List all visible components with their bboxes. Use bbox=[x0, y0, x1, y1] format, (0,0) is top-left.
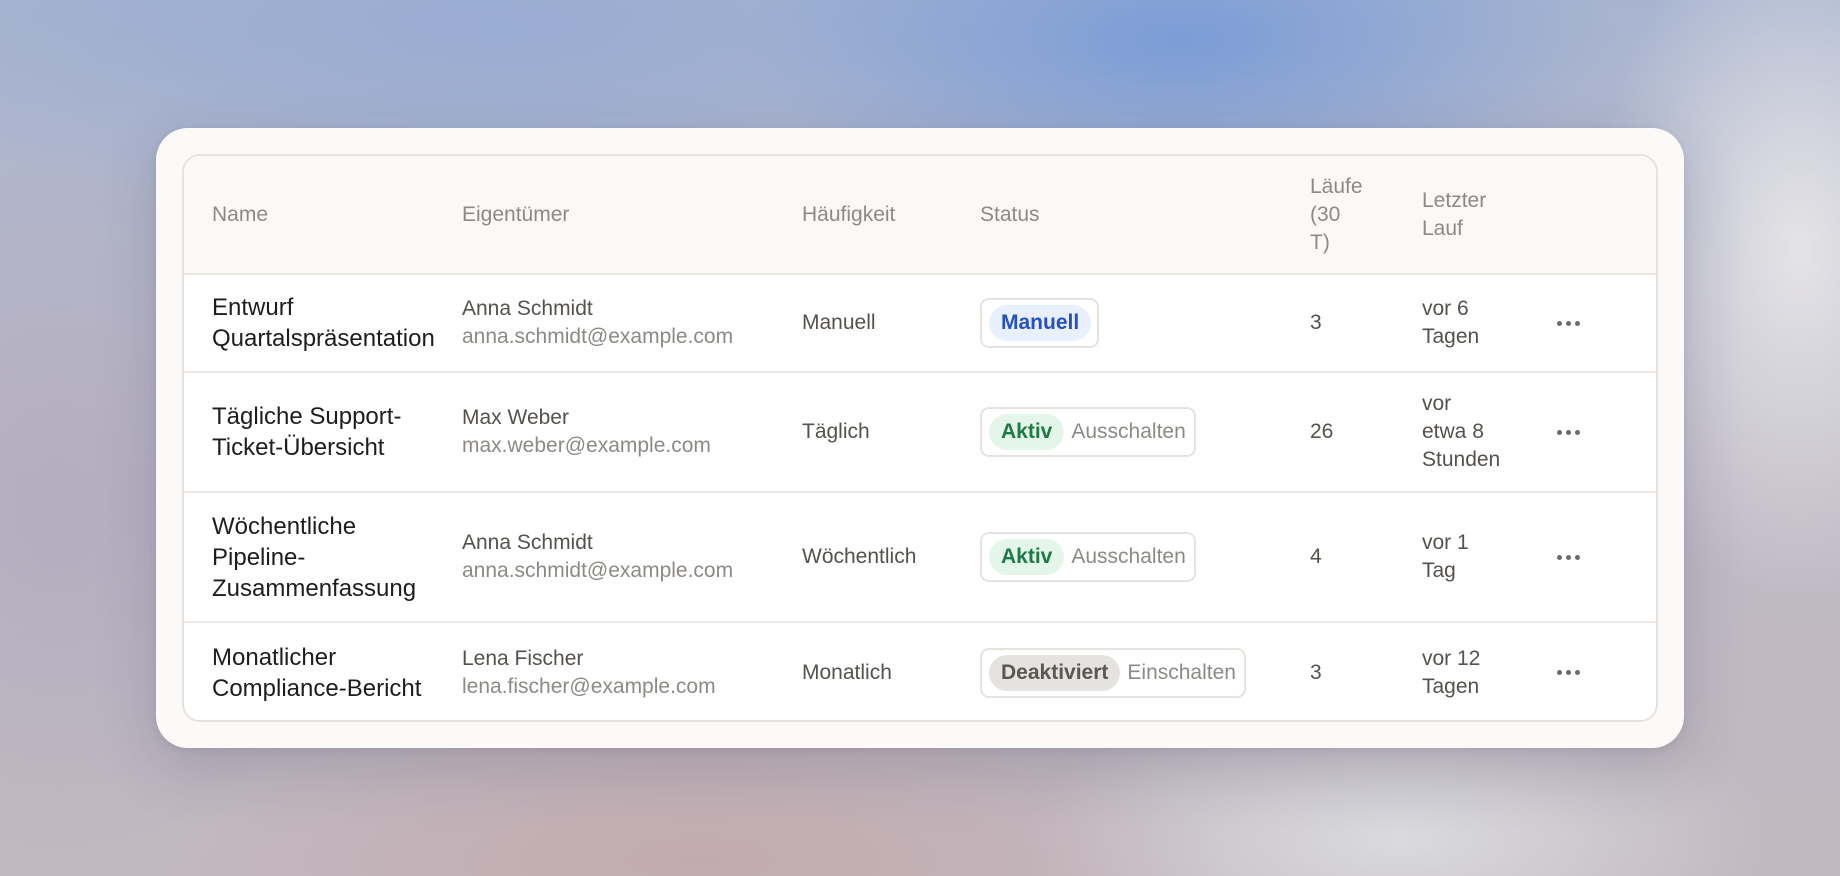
status-badge: Aktiv bbox=[989, 539, 1065, 575]
job-name: Zusammenfassung bbox=[212, 574, 417, 602]
more-horizontal-icon[interactable] bbox=[1550, 305, 1586, 341]
table-row[interactable]: Tägliche Support- Ticket-Übersicht Max W… bbox=[184, 372, 1656, 492]
owner-cell: Max Weber max.weber@example.com bbox=[462, 372, 802, 492]
status-badge: Aktiv bbox=[989, 414, 1065, 450]
table-row[interactable]: Wöchentliche Pipeline- Zusammenfassung A… bbox=[184, 492, 1656, 622]
last-run-text: Tag bbox=[1422, 559, 1456, 582]
column-header-actions bbox=[1550, 156, 1656, 274]
owner-email: max.weber@example.com bbox=[462, 434, 711, 457]
last-run-text: vor bbox=[1422, 392, 1452, 415]
status-cell: Aktiv Ausschalten bbox=[980, 372, 1310, 492]
owner-cell: Anna Schmidt anna.schmidt@example.com bbox=[462, 274, 802, 372]
job-name-cell: Monatlicher Compliance-Bericht bbox=[184, 622, 462, 720]
frequency-cell: Täglich bbox=[802, 420, 870, 443]
job-name: Ticket-Übersicht bbox=[212, 434, 385, 461]
actions-cell bbox=[1550, 622, 1656, 720]
automations-table-frame: Name Eigentümer Häufigkeit Status Läufe … bbox=[182, 154, 1658, 722]
automations-card: Name Eigentümer Häufigkeit Status Läufe … bbox=[156, 128, 1684, 748]
table-header: Name Eigentümer Häufigkeit Status Läufe … bbox=[184, 156, 1656, 274]
automations-table: Name Eigentümer Häufigkeit Status Läufe … bbox=[184, 156, 1656, 720]
job-name: Tägliche Support- bbox=[212, 403, 402, 430]
enable-button[interactable]: Einschalten bbox=[1127, 659, 1238, 687]
job-name-cell: Entwurf Quartalspräsentation bbox=[184, 274, 462, 372]
job-name: Quartalspräsentation bbox=[212, 325, 435, 352]
runs-count: 4 bbox=[1310, 545, 1322, 568]
last-run-cell: vor 1 Tag bbox=[1422, 492, 1550, 622]
owner-name: Max Weber bbox=[462, 406, 569, 429]
last-run-cell: vor 6 Tagen bbox=[1422, 274, 1550, 372]
owner-email: anna.schmidt@example.com bbox=[462, 559, 734, 582]
more-horizontal-icon[interactable] bbox=[1550, 655, 1586, 691]
job-name: Wöchentliche bbox=[212, 512, 357, 540]
owner-name: Anna Schmidt bbox=[462, 297, 593, 320]
disable-button[interactable]: Ausschalten bbox=[1071, 418, 1187, 446]
last-run-text: vor 6 bbox=[1422, 297, 1469, 320]
owner-name: Anna Schmidt bbox=[462, 531, 593, 554]
frequency-cell: Manuell bbox=[802, 311, 876, 334]
last-run-text: vor 1 bbox=[1422, 531, 1469, 554]
owner-email: anna.schmidt@example.com bbox=[462, 325, 734, 348]
last-run-cell: vor etwa 8 Stunden bbox=[1422, 372, 1550, 492]
status-cell: Manuell bbox=[980, 274, 1310, 372]
job-name: Pipeline- bbox=[212, 543, 306, 571]
column-header-last-run-line: Letzter bbox=[1422, 188, 1487, 212]
actions-cell bbox=[1550, 372, 1656, 492]
table-row[interactable]: Monatlicher Compliance-Bericht Lena Fisc… bbox=[184, 622, 1656, 720]
job-name: Compliance-Bericht bbox=[212, 674, 422, 702]
table-row[interactable]: Entwurf Quartalspräsentation Anna Schmid… bbox=[184, 274, 1656, 372]
column-header-runs-line: (30 bbox=[1310, 202, 1341, 226]
runs-count: 3 bbox=[1310, 311, 1322, 334]
column-header-frequency[interactable]: Häufigkeit bbox=[802, 156, 980, 274]
actions-cell bbox=[1550, 274, 1656, 372]
actions-cell bbox=[1550, 492, 1656, 622]
column-header-last-run-line: Lauf bbox=[1422, 216, 1463, 240]
job-name-cell: Wöchentliche Pipeline- Zusammenfassung bbox=[184, 492, 462, 622]
last-run-text: etwa 8 bbox=[1422, 420, 1484, 443]
owner-email: lena.fischer@example.com bbox=[462, 674, 716, 698]
owner-cell: Anna Schmidt anna.schmidt@example.com bbox=[462, 492, 802, 622]
more-horizontal-icon[interactable] bbox=[1550, 414, 1586, 450]
last-run-text: vor 12 bbox=[1422, 646, 1481, 670]
column-header-owner[interactable]: Eigentümer bbox=[462, 156, 802, 274]
disable-button[interactable]: Ausschalten bbox=[1071, 543, 1187, 571]
status-badge: Deaktiviert bbox=[989, 654, 1121, 691]
column-header-last-run[interactable]: Letzter Lauf bbox=[1422, 156, 1550, 274]
status-control: Manuell bbox=[980, 298, 1100, 348]
column-header-runs-line: T) bbox=[1310, 230, 1330, 254]
status-cell: Deaktiviert Einschalten bbox=[980, 622, 1310, 720]
last-run-text: Tagen bbox=[1422, 674, 1480, 698]
status-badge: Manuell bbox=[989, 305, 1092, 341]
status-cell: Aktiv Ausschalten bbox=[980, 492, 1310, 622]
runs-count: 26 bbox=[1310, 420, 1334, 443]
column-header-status[interactable]: Status bbox=[980, 156, 1310, 274]
column-header-runs[interactable]: Läufe (30 T) bbox=[1310, 156, 1422, 274]
job-name-cell: Tägliche Support- Ticket-Übersicht bbox=[184, 372, 462, 492]
runs-count: 3 bbox=[1310, 660, 1322, 684]
status-control: Aktiv Ausschalten bbox=[980, 407, 1196, 457]
column-header-runs-line: Läufe bbox=[1310, 174, 1363, 198]
status-control: Aktiv Ausschalten bbox=[980, 532, 1196, 582]
owner-name: Lena Fischer bbox=[462, 646, 584, 670]
column-header-name[interactable]: Name bbox=[184, 156, 462, 274]
job-name: Entwurf bbox=[212, 294, 294, 321]
status-control: Deaktiviert Einschalten bbox=[980, 647, 1246, 698]
frequency-cell: Wöchentlich bbox=[802, 545, 917, 568]
owner-cell: Lena Fischer lena.fischer@example.com bbox=[462, 622, 802, 720]
job-name: Monatlicher bbox=[212, 643, 337, 671]
frequency-cell: Monatlich bbox=[802, 660, 892, 684]
last-run-text: Stunden bbox=[1422, 448, 1501, 471]
last-run-text: Tagen bbox=[1422, 325, 1480, 348]
last-run-cell: vor 12 Tagen bbox=[1422, 622, 1550, 720]
more-horizontal-icon[interactable] bbox=[1550, 539, 1586, 575]
